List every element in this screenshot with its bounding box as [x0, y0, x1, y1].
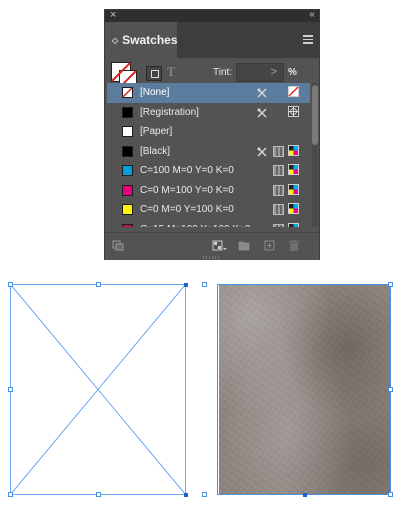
process-color-icon [273, 165, 284, 176]
swatch-name: C=100 M=0 Y=0 K=0 [140, 165, 234, 176]
formatting-affects-text-button[interactable]: T [167, 64, 175, 80]
swatch-list: [None] [Registration] [Paper] [Black] C=100 … [107, 83, 310, 227]
cmyk-mode-icon [288, 203, 299, 214]
frame-handle-top-center[interactable] [96, 282, 101, 287]
resize-grip[interactable] [203, 256, 221, 259]
tab-swatches-label: Swatches [122, 33, 178, 47]
swatch-row[interactable]: C=0 M=0 Y=100 K=0 [107, 200, 310, 220]
process-color-icon [273, 204, 284, 215]
swatch-color-chip [122, 223, 133, 227]
image-frame-outline [217, 284, 391, 495]
show-swatch-kinds-icon[interactable] [112, 240, 124, 251]
swatch-color-chip [122, 165, 133, 176]
tint-label: Tint: [213, 67, 233, 78]
tab-swatches[interactable]: ◇ Swatches [105, 22, 178, 58]
tint-input[interactable]: > [236, 63, 284, 82]
non-editable-icon [257, 108, 267, 117]
frame-handle-bottom-center[interactable] [96, 492, 101, 497]
empty-graphics-frame[interactable] [8, 282, 188, 497]
image-handle-bottom-right[interactable] [388, 492, 393, 497]
swatch-row[interactable]: C=0 M=100 Y=0 K=0 [107, 181, 310, 201]
swatch-color-chip [122, 204, 133, 215]
swatch-row[interactable]: [Paper] [107, 122, 310, 142]
swatch-color-chip [122, 106, 133, 118]
trash-icon[interactable] [288, 240, 300, 251]
swatches-panel: × ‹‹ ◇ Swatches T Tint: > % [None] [Regist… [104, 9, 320, 260]
image-handle-top-right[interactable] [388, 282, 393, 287]
swatch-row[interactable]: [None] [107, 83, 310, 103]
cmyk-mode-icon [288, 164, 299, 175]
process-color-icon [273, 184, 284, 196]
frame-anchor-bottom-right[interactable] [184, 493, 188, 497]
swatch-row[interactable]: [Black] [107, 142, 310, 162]
panel-tab-row: ◇ Swatches [105, 22, 319, 58]
new-color-group-icon[interactable] [238, 240, 250, 251]
swatch-color-chip [122, 87, 133, 98]
tint-percent-unit: % [288, 67, 297, 78]
swatch-name: C=0 M=0 Y=100 K=0 [140, 204, 234, 215]
frame-handle-mid-left[interactable] [8, 387, 13, 392]
swatch-row[interactable]: [Registration] [107, 103, 310, 123]
swatch-views-icon[interactable] [212, 240, 228, 251]
image-handle-mid-right[interactable] [388, 387, 393, 392]
formatting-affects-container-button[interactable] [146, 66, 162, 81]
process-color-icon [273, 145, 284, 157]
swatch-row[interactable]: C=15 M=100 Y=100 K=0 [107, 220, 310, 228]
process-color-icon [273, 223, 284, 227]
registration-mode-icon [288, 105, 299, 117]
new-swatch-icon[interactable] [264, 240, 276, 251]
panel-titlebar[interactable]: × ‹‹ [105, 8, 319, 22]
swatch-scrollbar[interactable] [312, 83, 318, 227]
swatch-color-chip [122, 184, 133, 196]
cmyk-mode-icon [288, 144, 299, 156]
frame-anchor-top-right[interactable] [184, 283, 188, 287]
swatch-color-chip [122, 145, 133, 157]
non-editable-icon [257, 88, 267, 98]
collapse-icon[interactable]: ‹‹ [309, 8, 315, 22]
swatch-name: C=15 M=100 Y=100 K=0 [140, 220, 250, 228]
image-handle-bottom-left[interactable] [202, 492, 207, 497]
panel-menu-icon[interactable] [303, 35, 313, 44]
panel-bottom-toolbar [105, 232, 319, 260]
image-handle-top-left[interactable] [202, 282, 207, 287]
swatch-row[interactable]: C=100 M=0 Y=0 K=0 [107, 161, 310, 181]
tab-expand-icon[interactable]: ◇ [112, 36, 118, 45]
frame-handle-bottom-left[interactable] [8, 492, 13, 497]
frame-outline [10, 284, 186, 495]
cmyk-mode-icon [288, 222, 299, 227]
frame-handle-top-left[interactable] [8, 282, 13, 287]
image-anchor-bottom-center[interactable] [303, 493, 307, 497]
swatch-name: C=0 M=100 Y=0 K=0 [140, 184, 234, 196]
image-graphics-frame[interactable] [202, 282, 393, 497]
swatch-name: [None] [140, 87, 170, 98]
swatch-name: [Black] [140, 145, 171, 157]
cmyk-mode-icon [288, 183, 299, 195]
swatch-name: [Registration] [140, 106, 199, 118]
tint-slider-chevron-icon[interactable]: > [271, 66, 277, 78]
none-mode-icon [288, 86, 299, 97]
non-editable-icon [257, 147, 267, 156]
swatch-color-chip [122, 126, 133, 137]
swatch-name: [Paper] [140, 126, 173, 137]
scrollbar-thumb[interactable] [312, 85, 318, 145]
close-icon[interactable]: × [110, 8, 116, 22]
